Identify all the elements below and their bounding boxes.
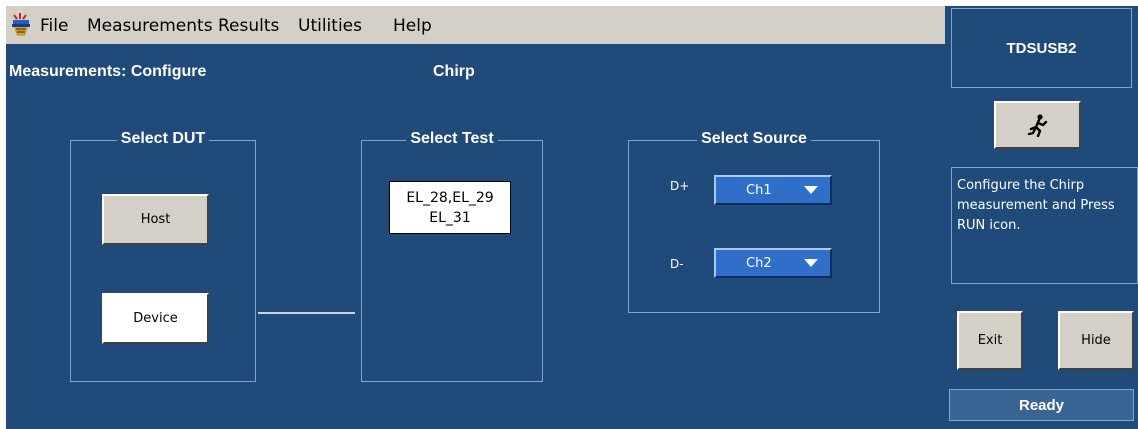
menu-bar: File Measurements Results Utilities Help xyxy=(6,6,945,44)
select-test-group: Select Test EL_28,EL_29 EL_31 xyxy=(361,130,543,382)
test-line-2: EL_31 xyxy=(429,209,471,226)
host-button[interactable]: Host xyxy=(102,194,209,245)
select-source-legend: Select Source xyxy=(697,130,811,147)
side-panel: TDSUSB2 Configure the Chirp measurement … xyxy=(945,6,1138,429)
dplus-label: D+ xyxy=(670,179,690,193)
test-selection-box[interactable]: EL_28,EL_29 EL_31 xyxy=(389,181,511,234)
status-bar: Ready xyxy=(949,389,1134,421)
dminus-label: D- xyxy=(670,257,684,271)
app-logo-icon xyxy=(12,13,30,36)
menu-utilities[interactable]: Utilities xyxy=(298,16,362,36)
select-dut-group: Select DUT Host Device xyxy=(70,130,256,382)
hide-button[interactable]: Hide xyxy=(1058,311,1134,370)
test-line-1: EL_28,EL_29 xyxy=(406,189,494,206)
exit-button[interactable]: Exit xyxy=(957,311,1023,370)
menu-measurements[interactable]: Measurements xyxy=(87,16,213,36)
pane-title: Measurements: Configure xyxy=(9,63,207,80)
app-name: TDSUSB2 xyxy=(951,8,1132,88)
run-button[interactable] xyxy=(994,101,1081,149)
configure-pane: Measurements: Configure Chirp Select DUT… xyxy=(6,44,945,429)
chevron-down-icon xyxy=(804,186,818,194)
menu-help[interactable]: Help xyxy=(393,16,432,36)
menu-file[interactable]: File xyxy=(40,16,68,36)
device-button[interactable]: Device xyxy=(102,293,209,344)
menu-results[interactable]: Results xyxy=(218,16,279,36)
instruction-message: Configure the Chirp measurement and Pres… xyxy=(951,167,1138,284)
dminus-source-dropdown[interactable]: Ch2 xyxy=(714,248,832,278)
running-man-icon xyxy=(1027,114,1047,137)
select-source-group: Select Source D+ Ch1 D- Ch2 xyxy=(628,130,880,313)
dplus-source-dropdown[interactable]: Ch1 xyxy=(714,175,832,205)
dplus-source-value: Ch1 xyxy=(746,183,772,198)
measurement-name: Chirp xyxy=(433,63,475,80)
select-test-legend: Select Test xyxy=(406,130,498,147)
dut-test-connector-line xyxy=(258,312,355,314)
dminus-source-value: Ch2 xyxy=(746,256,772,271)
select-dut-legend: Select DUT xyxy=(116,130,210,147)
chevron-down-icon xyxy=(804,259,818,267)
